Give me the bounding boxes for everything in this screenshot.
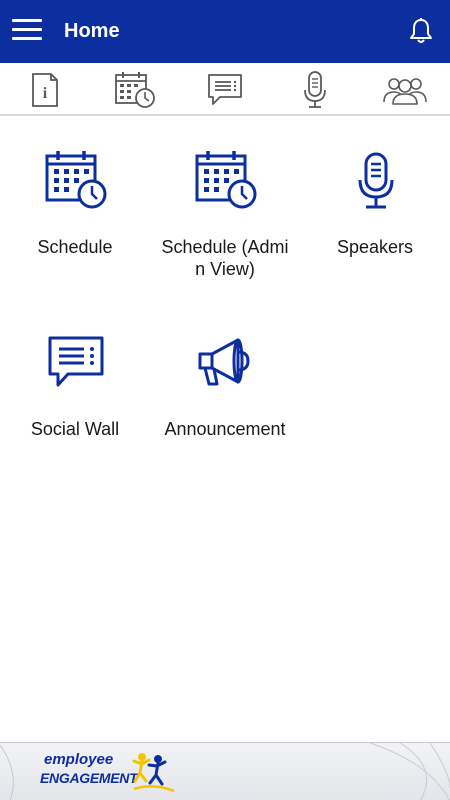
people-icon — [383, 78, 427, 105]
tab-people[interactable] — [375, 68, 435, 112]
tile-label: Schedule — [37, 237, 113, 257]
chat-bubble-icon — [48, 336, 104, 387]
calendar-clock-icon — [195, 151, 257, 209]
microphone-icon — [304, 71, 326, 108]
tile-announcement[interactable]: Announcement — [150, 300, 300, 460]
tile-label: Announcement — [164, 419, 286, 439]
calendar-clock-icon — [45, 151, 107, 209]
tab-schedule[interactable] — [105, 68, 165, 112]
brand-figures-icon — [132, 753, 175, 793]
tab-social-wall[interactable] — [195, 68, 255, 112]
tile-speakers[interactable]: Speakers — [300, 118, 450, 278]
tile-schedule-admin[interactable]: Schedule (Admin View) — [150, 118, 300, 279]
tile-label: Speakers — [336, 237, 414, 257]
megaphone-icon — [198, 338, 250, 386]
info-icon: i — [32, 73, 58, 107]
hamburger-menu-icon[interactable] — [12, 19, 42, 45]
schedule-calendar-icon — [115, 72, 155, 108]
tile-social-wall[interactable]: Social Wall — [0, 300, 150, 460]
svg-text:i: i — [43, 85, 48, 102]
microphone-icon — [358, 152, 394, 209]
tab-info[interactable]: i — [15, 68, 75, 112]
tile-schedule[interactable]: Schedule — [0, 118, 150, 278]
tile-label: Schedule (Admin View) — [161, 237, 289, 279]
tab-bar: i — [0, 63, 450, 116]
bell-icon[interactable] — [406, 16, 436, 46]
page-title: Home — [64, 20, 120, 42]
chat-icon — [208, 74, 242, 105]
brand-line2: ENGAGEMENT — [40, 770, 138, 786]
app-bar: Home — [0, 0, 450, 63]
footer-brand: employee ENGAGEMENT — [0, 742, 450, 800]
tab-speakers[interactable] — [285, 68, 345, 112]
brand-line1: employee — [44, 751, 114, 768]
tile-label: Social Wall — [30, 419, 120, 439]
